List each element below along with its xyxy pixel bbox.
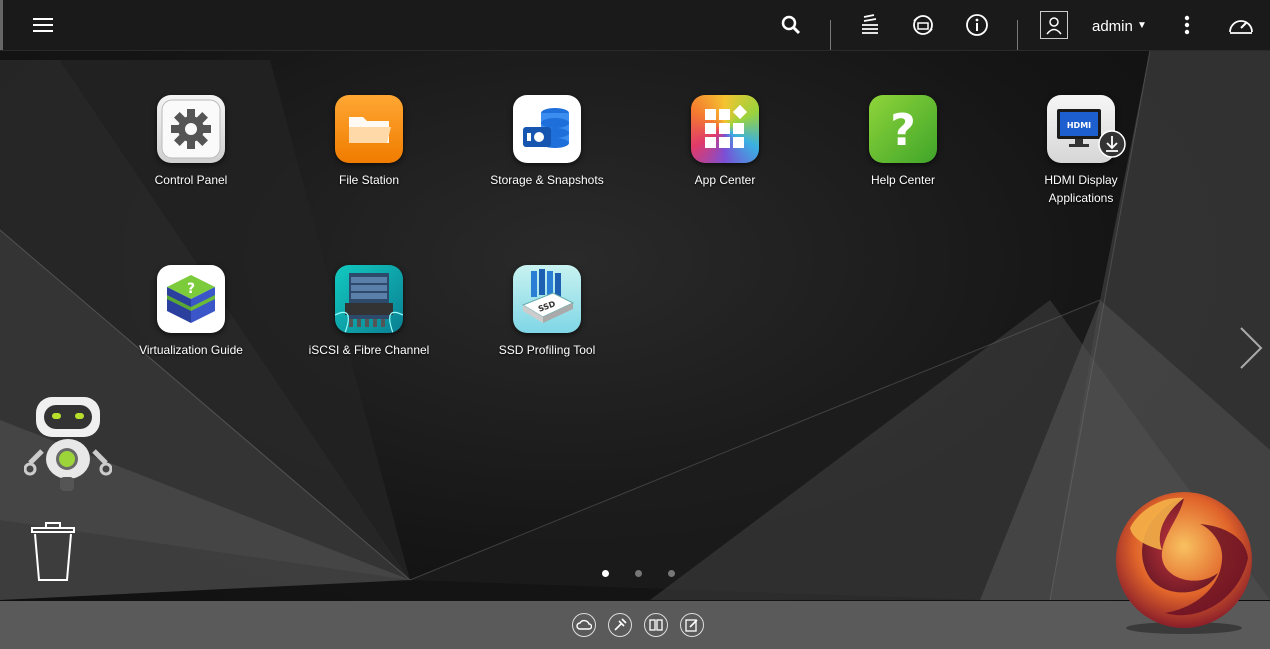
feedback-icon[interactable] [680,613,704,637]
app-ssd-profiling-tool[interactable]: SSD SSD Profiling Tool [472,265,622,359]
robot-assistant-icon[interactable] [23,393,113,493]
svg-text:?: ? [187,281,195,297]
app-control-panel[interactable]: Control Panel [116,95,266,189]
app-label: Storage & Snapshots [490,173,604,187]
app-label: iSCSI & Fibre Channel [308,343,430,357]
page-dot[interactable] [668,570,675,577]
app-label-line: Applications [1048,191,1114,205]
external-device-icon[interactable] [908,10,938,40]
app-grid-icon [691,95,759,163]
logo-watermark [1110,488,1258,638]
app-app-center[interactable]: App Center [650,95,800,189]
app-label: File Station [338,173,400,187]
background-tasks-icon[interactable] [855,10,885,40]
storage-icon [513,95,581,163]
page-dot-active[interactable] [602,570,609,577]
window-edge [0,0,3,50]
info-icon[interactable] [962,10,992,40]
app-storage-snapshots[interactable]: Storage & Snapshots [472,95,622,189]
server-rack-icon [335,265,403,333]
more-vertical-icon[interactable] [1172,10,1202,40]
app-label: Help Center [870,173,936,187]
hdmi-monitor-icon: HDMI [1047,95,1126,163]
trash-icon[interactable] [30,522,76,582]
app-label: App Center [694,173,756,187]
caret-down-icon[interactable]: ▼ [1137,20,1147,31]
app-label-line: HDMI Display [1044,173,1118,187]
ssd-icon: SSD [513,265,581,333]
svg-text:HDMI: HDMI [1067,121,1091,130]
folder-icon [335,95,403,163]
app-file-station[interactable]: File Station [294,95,444,189]
app-hdmi-display[interactable]: HDMI HDMI Display Applications [1006,95,1156,207]
virtualization-cube-icon: ? [157,265,225,333]
bottom-bar [0,601,1270,649]
separator [830,20,831,50]
chevron-right-icon[interactable] [1236,325,1266,371]
book-icon[interactable] [644,613,668,637]
cloud-link-icon[interactable] [572,613,596,637]
user-icon[interactable] [1040,11,1068,39]
app-label: Virtualization Guide [139,343,243,357]
username-label[interactable]: admin [1092,18,1133,35]
svg-text:?: ? [890,105,916,156]
app-label: HDMI Display Applications [1006,171,1156,207]
tools-icon[interactable] [608,613,632,637]
app-label: Control Panel [154,173,228,187]
top-bar: admin ▼ [0,0,1270,51]
dashboard-gauge-icon[interactable] [1226,10,1256,40]
app-iscsi-fibre-channel[interactable]: iSCSI & Fibre Channel [294,265,444,359]
search-icon[interactable] [776,10,806,40]
app-label: SSD Profiling Tool [498,343,596,357]
app-virtualization-guide[interactable]: ? Virtualization Guide [116,265,266,359]
app-help-center[interactable]: ? Help Center [828,95,978,189]
hamburger-menu-icon[interactable] [28,10,58,40]
separator [1017,20,1018,50]
page-dot[interactable] [635,570,642,577]
gear-icon [157,95,225,163]
question-icon: ? [869,95,937,163]
